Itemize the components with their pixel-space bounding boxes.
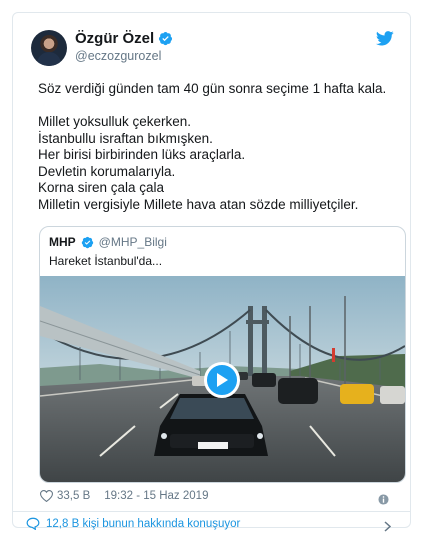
divider (13, 511, 410, 512)
tweet-card: Özgür Özel @eczozgurozel Söz verdiği gün… (12, 12, 411, 532)
avatar[interactable] (31, 30, 67, 66)
comment-icon (26, 517, 40, 530)
tweet-text: Söz verdiği günden tam 40 gün sonra seçi… (38, 81, 387, 212)
tweet-meta: 33,5 B 19:32 - 15 Haz 2019 (40, 490, 208, 502)
conversation-link[interactable]: 12,8 B kişi bunun hakkında konuşuyor (26, 517, 240, 530)
timestamp[interactable]: 19:32 - 15 Haz 2019 (104, 490, 208, 502)
quoted-tweet-header: MHP @MHP_Bilgi (49, 235, 167, 249)
author-name-row: Özgür Özel (75, 30, 173, 47)
quoted-author-handle: @MHP_Bilgi (98, 235, 167, 249)
info-icon[interactable] (378, 492, 389, 510)
verified-badge-icon (81, 236, 94, 249)
verified-badge-icon (158, 31, 173, 46)
like-button[interactable]: 33,5 B (40, 490, 90, 502)
play-button[interactable] (204, 362, 240, 398)
video-thumbnail[interactable] (40, 276, 405, 482)
like-count: 33,5 B (57, 490, 91, 502)
conversation-label: 12,8 B kişi bunun hakkında konuşuyor (46, 517, 241, 530)
play-icon (217, 373, 228, 387)
twitter-bird-icon[interactable] (375, 31, 394, 51)
quoted-tweet-text: Hareket İstanbul'da... (49, 254, 163, 268)
quoted-author-name: MHP (49, 235, 76, 249)
chevron-right-icon[interactable] (384, 519, 392, 537)
author-handle[interactable]: @eczozgurozel (75, 49, 161, 63)
quoted-tweet[interactable]: MHP @MHP_Bilgi Hareket İstanbul'da... (39, 226, 406, 483)
author-display-name[interactable]: Özgür Özel (75, 30, 154, 47)
heart-icon (40, 490, 53, 502)
